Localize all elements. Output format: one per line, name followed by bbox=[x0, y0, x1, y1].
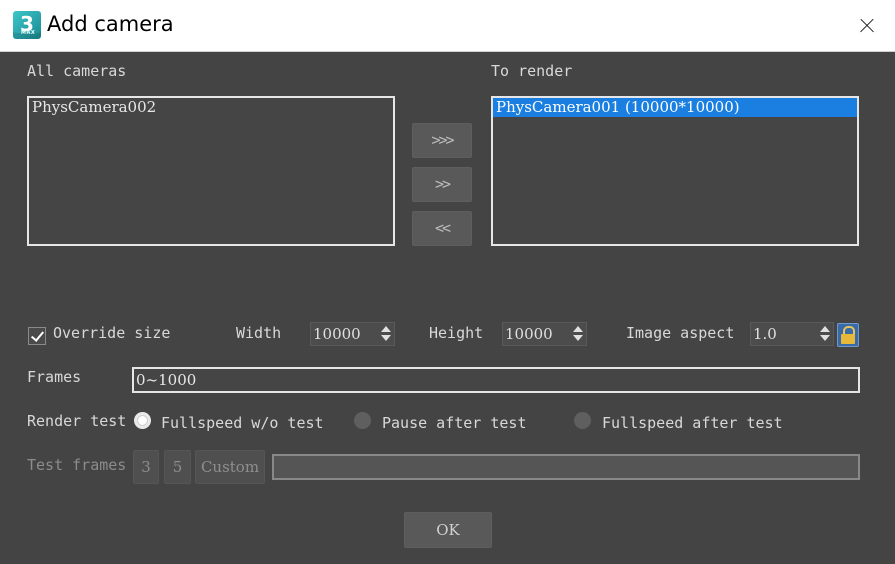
spinner-arrows-icon[interactable] bbox=[820, 326, 830, 342]
test-frames-label: Test frames bbox=[27, 456, 127, 474]
close-icon[interactable] bbox=[837, 0, 895, 52]
radio-label: Pause after test bbox=[382, 414, 527, 432]
title-bar: 3 MAX Add camera bbox=[0, 0, 895, 52]
all-cameras-label: All cameras bbox=[27, 62, 127, 80]
height-label: Height bbox=[429, 324, 484, 342]
radio-label: Fullspeed w/o test bbox=[161, 414, 324, 432]
render-test-label: Render test bbox=[27, 412, 127, 430]
radio-fullspeed-after-test[interactable] bbox=[574, 412, 591, 429]
radio-pause-after-test[interactable] bbox=[354, 412, 371, 429]
override-size-label: Override size bbox=[53, 324, 171, 342]
spinner-arrows-icon[interactable] bbox=[381, 326, 391, 342]
width-spinner[interactable]: 10000 bbox=[310, 322, 395, 346]
spinner-arrows-icon[interactable] bbox=[573, 326, 583, 342]
radio-label: Fullspeed after test bbox=[602, 414, 783, 432]
to-render-label: To render bbox=[491, 62, 573, 80]
test-frames-custom-button[interactable]: Custom bbox=[195, 450, 265, 484]
image-aspect-label: Image aspect bbox=[626, 324, 735, 342]
frames-label: Frames bbox=[27, 368, 82, 386]
image-aspect-spinner[interactable]: 1.0 bbox=[750, 322, 834, 346]
radio-fullspeed-wo-test[interactable] bbox=[134, 412, 151, 429]
list-item[interactable]: PhysCamera002 bbox=[29, 98, 393, 117]
lock-aspect-icon[interactable] bbox=[837, 323, 859, 347]
add-all-button[interactable]: >>> bbox=[412, 123, 472, 158]
add-button[interactable]: >> bbox=[412, 167, 472, 202]
frames-input[interactable]: 0~1000 bbox=[132, 367, 860, 393]
list-item[interactable]: PhysCamera001 (10000*10000) bbox=[493, 98, 857, 117]
3dsmax-app-icon: 3 MAX bbox=[13, 11, 41, 39]
override-size-checkbox[interactable] bbox=[28, 327, 46, 345]
height-spinner[interactable]: 10000 bbox=[502, 322, 587, 346]
all-cameras-list[interactable]: PhysCamera002 bbox=[27, 96, 395, 246]
window-title: Add camera bbox=[47, 12, 174, 36]
to-render-list[interactable]: PhysCamera001 (10000*10000) bbox=[491, 96, 859, 246]
ok-button[interactable]: OK bbox=[404, 512, 492, 548]
add-camera-dialog: 3 MAX Add camera All cameras PhysCamera0… bbox=[0, 0, 895, 564]
width-label: Width bbox=[236, 324, 282, 342]
test-frames-input[interactable] bbox=[272, 454, 860, 480]
remove-button[interactable]: << bbox=[412, 211, 472, 246]
test-frames-3-button[interactable]: 3 bbox=[133, 450, 159, 484]
test-frames-5-button[interactable]: 5 bbox=[164, 450, 191, 484]
